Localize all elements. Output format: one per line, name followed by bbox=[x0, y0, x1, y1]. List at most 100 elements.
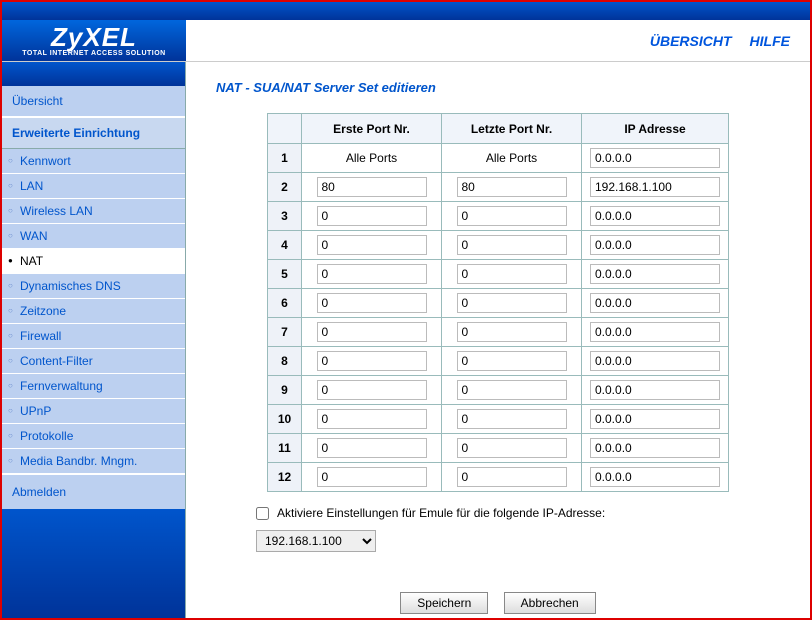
table-row: 3 bbox=[268, 202, 729, 231]
last-port-input[interactable] bbox=[457, 235, 567, 255]
sidebar-item-nat[interactable]: NAT bbox=[2, 249, 185, 274]
ip-input[interactable] bbox=[590, 467, 720, 487]
table-row: 1Alle PortsAlle Ports bbox=[268, 144, 729, 173]
sidebar-item-fernverwaltung[interactable]: Fernverwaltung bbox=[2, 374, 185, 399]
col-ip: IP Adresse bbox=[582, 114, 729, 144]
row-number: 12 bbox=[268, 463, 302, 492]
brand-name: ZyXEL bbox=[51, 24, 137, 50]
ip-input[interactable] bbox=[590, 235, 720, 255]
row-number: 5 bbox=[268, 260, 302, 289]
help-link[interactable]: HILFE bbox=[750, 33, 790, 49]
first-port-input[interactable] bbox=[317, 467, 427, 487]
col-first-port: Erste Port Nr. bbox=[302, 114, 442, 144]
sidebar-item-firewall[interactable]: Firewall bbox=[2, 324, 185, 349]
first-port-input[interactable] bbox=[317, 264, 427, 284]
nat-table: Erste Port Nr. Letzte Port Nr. IP Adress… bbox=[267, 113, 729, 492]
header: ZyXEL TOTAL INTERNET ACCESS SOLUTION ÜBE… bbox=[2, 20, 810, 62]
emule-label: Aktiviere Einstellungen für Emule für di… bbox=[277, 506, 605, 520]
last-port-input[interactable] bbox=[457, 380, 567, 400]
last-port-input[interactable] bbox=[457, 467, 567, 487]
first-port-input[interactable] bbox=[317, 177, 427, 197]
table-row: 12 bbox=[268, 463, 729, 492]
ip-input[interactable] bbox=[590, 351, 720, 371]
row-number: 1 bbox=[268, 144, 302, 173]
row-number: 11 bbox=[268, 434, 302, 463]
last-port-input[interactable] bbox=[457, 264, 567, 284]
first-port-input[interactable] bbox=[317, 409, 427, 429]
sidebar-item-content-filter[interactable]: Content-Filter bbox=[2, 349, 185, 374]
emule-checkbox-row: Aktiviere Einstellungen für Emule für di… bbox=[256, 506, 780, 520]
row-number: 2 bbox=[268, 173, 302, 202]
last-port-input[interactable] bbox=[457, 206, 567, 226]
emule-ip-select[interactable]: 192.168.1.100 bbox=[256, 530, 376, 552]
sidebar-logout[interactable]: Abmelden bbox=[2, 474, 185, 509]
sidebar: Übersicht Erweiterte Einrichtung Kennwor… bbox=[2, 62, 186, 618]
first-port-static: Alle Ports bbox=[302, 144, 442, 173]
first-port-input[interactable] bbox=[317, 293, 427, 313]
first-port-input[interactable] bbox=[317, 206, 427, 226]
table-row: 8 bbox=[268, 347, 729, 376]
ip-input[interactable] bbox=[590, 293, 720, 313]
table-row: 6 bbox=[268, 289, 729, 318]
last-port-input[interactable] bbox=[457, 409, 567, 429]
table-row: 4 bbox=[268, 231, 729, 260]
sidebar-item-zeitzone[interactable]: Zeitzone bbox=[2, 299, 185, 324]
row-number: 9 bbox=[268, 376, 302, 405]
sidebar-top-gap bbox=[2, 62, 185, 86]
table-row: 9 bbox=[268, 376, 729, 405]
table-row: 11 bbox=[268, 434, 729, 463]
button-row: Speichern Abbrechen bbox=[216, 592, 780, 614]
col-last-port: Letzte Port Nr. bbox=[442, 114, 582, 144]
last-port-input[interactable] bbox=[457, 351, 567, 371]
table-row: 10 bbox=[268, 405, 729, 434]
row-number: 6 bbox=[268, 289, 302, 318]
row-number: 7 bbox=[268, 318, 302, 347]
first-port-input[interactable] bbox=[317, 438, 427, 458]
sidebar-overview[interactable]: Übersicht bbox=[2, 86, 185, 117]
ip-input[interactable] bbox=[590, 264, 720, 284]
content-area: NAT - SUA/NAT Server Set editieren Erste… bbox=[186, 62, 810, 618]
ip-input[interactable] bbox=[590, 380, 720, 400]
sidebar-item-media-bandbr-mngm-[interactable]: Media Bandbr. Mngm. bbox=[2, 449, 185, 474]
last-port-input[interactable] bbox=[457, 322, 567, 342]
row-number: 3 bbox=[268, 202, 302, 231]
sidebar-item-upnp[interactable]: UPnP bbox=[2, 399, 185, 424]
first-port-input[interactable] bbox=[317, 380, 427, 400]
last-port-input[interactable] bbox=[457, 438, 567, 458]
emule-checkbox[interactable] bbox=[256, 507, 269, 520]
cancel-button[interactable]: Abbrechen bbox=[504, 592, 596, 614]
sidebar-item-wan[interactable]: WAN bbox=[2, 224, 185, 249]
brand-tagline: TOTAL INTERNET ACCESS SOLUTION bbox=[22, 50, 165, 57]
row-number: 4 bbox=[268, 231, 302, 260]
table-row: 2 bbox=[268, 173, 729, 202]
last-port-static: Alle Ports bbox=[442, 144, 582, 173]
sidebar-fill bbox=[2, 509, 185, 618]
window-top-bar bbox=[2, 2, 810, 20]
ip-input[interactable] bbox=[590, 322, 720, 342]
save-button[interactable]: Speichern bbox=[400, 592, 488, 614]
table-row: 7 bbox=[268, 318, 729, 347]
first-port-input[interactable] bbox=[317, 351, 427, 371]
overview-link[interactable]: ÜBERSICHT bbox=[650, 33, 732, 49]
ip-input[interactable] bbox=[590, 438, 720, 458]
sidebar-item-kennwort[interactable]: Kennwort bbox=[2, 149, 185, 174]
last-port-input[interactable] bbox=[457, 177, 567, 197]
ip-input[interactable] bbox=[590, 177, 720, 197]
sidebar-item-protokolle[interactable]: Protokolle bbox=[2, 424, 185, 449]
ip-input[interactable] bbox=[590, 206, 720, 226]
top-nav: ÜBERSICHT HILFE bbox=[650, 33, 790, 49]
sidebar-group-advanced: Erweiterte Einrichtung bbox=[2, 117, 185, 149]
row-number: 10 bbox=[268, 405, 302, 434]
first-port-input[interactable] bbox=[317, 235, 427, 255]
sidebar-item-dynamisches-dns[interactable]: Dynamisches DNS bbox=[2, 274, 185, 299]
last-port-input[interactable] bbox=[457, 293, 567, 313]
row-number: 8 bbox=[268, 347, 302, 376]
table-row: 5 bbox=[268, 260, 729, 289]
ip-input[interactable] bbox=[590, 148, 720, 168]
logo: ZyXEL TOTAL INTERNET ACCESS SOLUTION bbox=[2, 20, 186, 61]
col-num bbox=[268, 114, 302, 144]
sidebar-item-lan[interactable]: LAN bbox=[2, 174, 185, 199]
ip-input[interactable] bbox=[590, 409, 720, 429]
sidebar-item-wireless-lan[interactable]: Wireless LAN bbox=[2, 199, 185, 224]
first-port-input[interactable] bbox=[317, 322, 427, 342]
